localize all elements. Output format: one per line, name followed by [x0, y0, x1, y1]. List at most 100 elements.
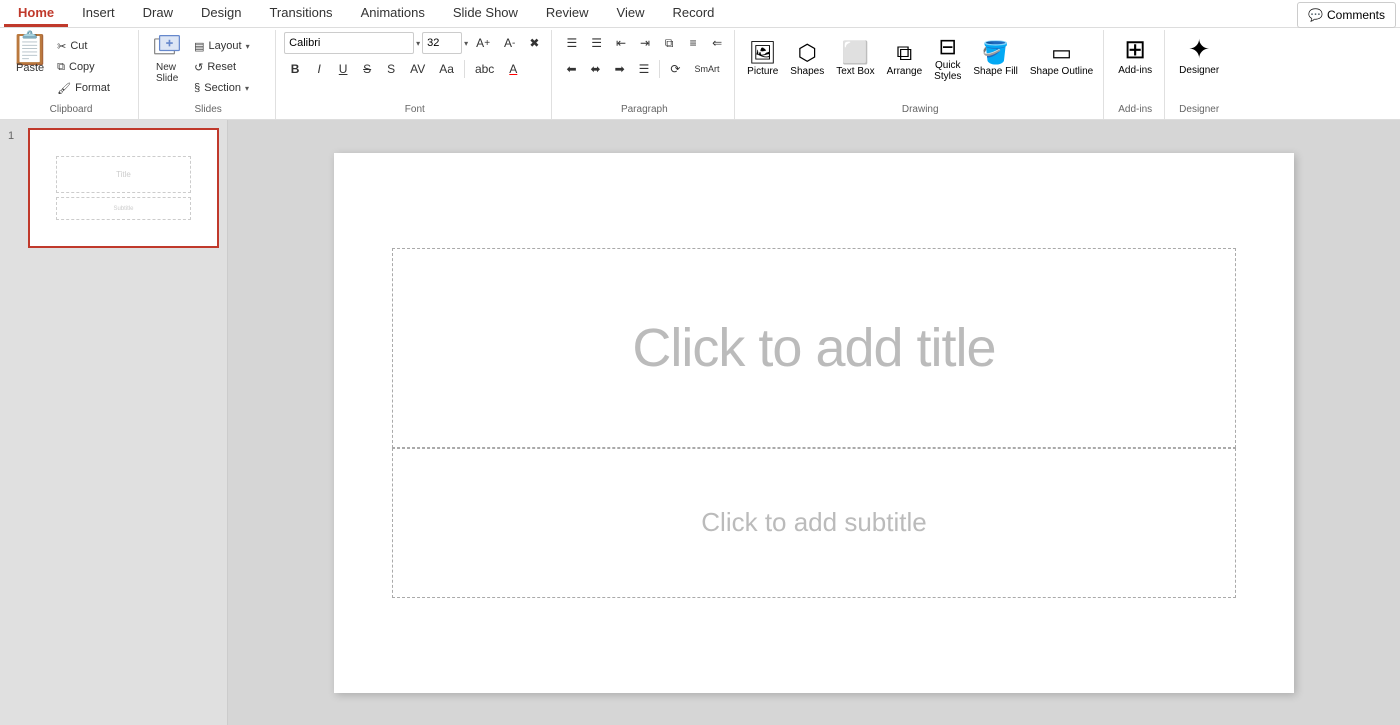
slide-thumbnail[interactable]: Title Subtitle — [28, 128, 219, 248]
font-grow-button[interactable]: A+ — [470, 32, 496, 54]
designer-button[interactable]: ✦ Designer — [1173, 32, 1225, 78]
reset-button[interactable]: ↺ Reset — [189, 57, 269, 77]
ribbon-group-clipboard: 📋 Paste ✂ Cut ⧉ Copy 🖌 Format Clipboard — [4, 30, 139, 119]
text-direction-button[interactable]: ⟳ — [664, 58, 686, 80]
line-spacing-button[interactable]: ≡ — [682, 32, 704, 54]
tab-view[interactable]: View — [603, 0, 659, 27]
tab-slideshow[interactable]: Slide Show — [439, 0, 532, 27]
slide-thumbnail-container: 1 Title Subtitle — [8, 128, 219, 248]
numbering-button[interactable]: ☰ — [585, 32, 608, 54]
bold-button[interactable]: B — [284, 58, 306, 80]
font-name-input[interactable] — [284, 32, 414, 54]
cut-icon: ✂ — [57, 40, 66, 53]
title-placeholder-text: Click to add title — [632, 317, 995, 379]
columns-button[interactable]: ⧉ — [658, 32, 680, 54]
bullets-button[interactable]: ☰ — [560, 32, 583, 54]
tab-design[interactable]: Design — [187, 0, 255, 27]
rtl-button[interactable]: ⇐ — [706, 32, 728, 54]
shape-fill-button[interactable]: 🪣 Shape Fill — [969, 38, 1021, 79]
slide-canvas: Click to add title Click to add subtitle — [334, 153, 1294, 693]
section-button[interactable]: § Section ▾ — [189, 78, 269, 98]
arrange-icon: ⧉ — [897, 40, 913, 66]
paste-icon: 📋 — [16, 34, 44, 62]
add-ins-button[interactable]: ⊞ Add-ins — [1112, 32, 1158, 78]
shape-fill-icon: 🪣 — [982, 40, 1009, 66]
main-container: 1 Title Subtitle Click to add title — [0, 120, 1400, 725]
canvas-area: Click to add title Click to add subtitle — [228, 120, 1400, 725]
cut-button[interactable]: ✂ Cut — [52, 36, 132, 56]
layout-icon: ▤ — [194, 40, 204, 53]
font-shrink-button[interactable]: A- — [498, 32, 521, 54]
new-slide-label: NewSlide — [156, 62, 178, 84]
underline-button[interactable]: U — [332, 58, 354, 80]
ribbon-group-slides: NewSlide ▤ Layout ▾ ↺ Reset § Section ▾ — [141, 30, 276, 119]
subtitle-placeholder-text: Click to add subtitle — [701, 507, 926, 538]
tab-bar: Home Insert Draw Design Transitions Anim… — [0, 0, 1400, 28]
new-slide-button[interactable]: NewSlide — [147, 32, 187, 86]
tab-insert[interactable]: Insert — [68, 0, 129, 27]
ribbon-group-drawing: 🖼 Picture ⬡ Shapes ⬜ Text Box ⧉ Arrange — [737, 30, 1104, 119]
align-center-button[interactable]: ⬌ — [585, 58, 607, 80]
layout-button[interactable]: ▤ Layout ▾ — [189, 36, 269, 56]
ribbon-group-font: ▾ ▾ A+ A- ✖ B I U S S AV Aa abc A Font — [278, 30, 552, 119]
text-box-button[interactable]: ⬜ Text Box — [832, 38, 878, 79]
shapes-button[interactable]: ⬡ Shapes — [786, 38, 828, 79]
char-spacing-button[interactable]: AV — [404, 58, 431, 80]
comments-button[interactable]: 💬 Comments — [1297, 2, 1396, 28]
tab-draw[interactable]: Draw — [129, 0, 187, 27]
change-case-button[interactable]: Aa — [433, 58, 460, 80]
paragraph-group-label: Paragraph — [621, 104, 668, 117]
tab-review[interactable]: Review — [532, 0, 603, 27]
picture-button[interactable]: 🖼 Picture — [743, 38, 782, 79]
decrease-indent-button[interactable]: ⇤ — [610, 32, 632, 54]
convert-smartart-button[interactable]: SmArt — [688, 58, 725, 80]
tab-animations[interactable]: Animations — [347, 0, 439, 27]
font-size-input[interactable] — [422, 32, 462, 54]
ribbon-group-designer: ✦ Designer Designer — [1167, 30, 1231, 119]
text-highlight-button[interactable]: abc — [469, 58, 500, 80]
quick-styles-icon: ⊟ — [939, 34, 957, 60]
tab-record[interactable]: Record — [659, 0, 729, 27]
ribbon: 📋 Paste ✂ Cut ⧉ Copy 🖌 Format Clipboard — [0, 28, 1400, 120]
quick-styles-button[interactable]: ⊟ QuickStyles — [930, 32, 965, 84]
align-right-button[interactable]: ➡ — [609, 58, 631, 80]
strikethrough-button[interactable]: S — [356, 58, 378, 80]
shadow-button[interactable]: S — [380, 58, 402, 80]
slide-panel: 1 Title Subtitle — [0, 120, 228, 725]
increase-indent-button[interactable]: ⇥ — [634, 32, 656, 54]
title-placeholder[interactable]: Click to add title — [392, 248, 1237, 448]
tab-home[interactable]: Home — [4, 0, 68, 27]
align-left-button[interactable]: ⬅ — [560, 58, 582, 80]
justify-button[interactable]: ☰ — [633, 58, 656, 80]
copy-icon: ⧉ — [57, 61, 65, 74]
comments-icon: 💬 — [1308, 8, 1323, 22]
format-painter-button[interactable]: 🖌 Format — [52, 78, 132, 98]
format-painter-icon: 🖌 — [57, 82, 71, 95]
new-slide-svg — [153, 31, 181, 65]
clear-format-button[interactable]: ✖ — [523, 32, 545, 54]
shapes-icon: ⬡ — [798, 40, 817, 66]
drawing-group-label: Drawing — [902, 104, 939, 117]
text-box-icon: ⬜ — [842, 40, 869, 66]
reset-icon: ↺ — [194, 61, 203, 74]
paste-label: Paste — [16, 62, 44, 74]
font-color-button[interactable]: A — [502, 58, 524, 80]
tab-transitions[interactable]: Transitions — [255, 0, 346, 27]
paste-button[interactable]: 📋 Paste — [10, 32, 50, 76]
clipboard-group-label: Clipboard — [50, 104, 93, 117]
arrange-button[interactable]: ⧉ Arrange — [883, 38, 927, 79]
slides-group-label: Slides — [195, 104, 222, 117]
shape-outline-button[interactable]: ▭ Shape Outline — [1026, 38, 1097, 79]
font-group-label: Font — [405, 104, 425, 117]
italic-button[interactable]: I — [308, 58, 330, 80]
add-ins-icon: ⊞ — [1124, 34, 1146, 65]
addins-group-label: Add-ins — [1118, 104, 1152, 117]
new-slide-icon — [153, 34, 181, 62]
designer-icon: ✦ — [1188, 34, 1210, 65]
ribbon-group-paragraph: ☰ ☰ ⇤ ⇥ ⧉ ≡ ⇐ ⬅ ⬌ ➡ ☰ ⟳ SmArt Paragraph — [554, 30, 735, 119]
designer-group-label: Designer — [1179, 104, 1219, 117]
subtitle-placeholder[interactable]: Click to add subtitle — [392, 448, 1237, 598]
copy-button[interactable]: ⧉ Copy — [52, 57, 132, 77]
slide-number: 1 — [8, 128, 22, 142]
section-icon: § — [194, 82, 200, 94]
